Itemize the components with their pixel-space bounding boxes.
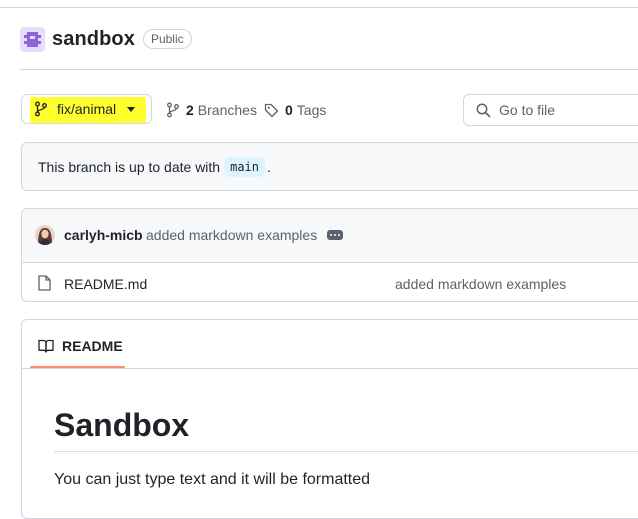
repo-avatar [20, 26, 45, 52]
top-divider [0, 7, 638, 8]
file-icon [38, 275, 51, 291]
base-branch-chip[interactable]: main [224, 156, 266, 177]
ellipsis-icon[interactable] [327, 230, 343, 240]
branch-status-banner: This branch is up to date with main . [21, 142, 638, 191]
branches-link[interactable]: 2 Branches [166, 100, 257, 120]
file-table: carlyh-micb added markdown examples READ… [21, 208, 638, 302]
latest-commit-row: carlyh-micb added markdown examples [22, 209, 638, 263]
commit-author[interactable]: carlyh-micb [64, 227, 143, 243]
avatar[interactable] [35, 225, 55, 245]
heading-divider [54, 451, 638, 452]
chevron-down-icon [127, 107, 135, 112]
tags-label: Tags [296, 102, 327, 118]
branch-name: fix/animal [57, 101, 117, 117]
readme-divider [22, 368, 638, 369]
branch-count: 2 [186, 102, 194, 118]
repo-header: sandbox Public [20, 25, 192, 53]
readme-heading: Sandbox [54, 407, 190, 443]
status-suffix: . [267, 158, 271, 175]
readme-paragraph: You can just type text and it will be fo… [54, 471, 371, 488]
commit-message[interactable]: added markdown examples [146, 227, 317, 243]
tags-link[interactable]: 0 Tags [264, 100, 326, 120]
status-text: This branch is up to date with [38, 158, 221, 175]
file-name[interactable]: README.md [64, 276, 147, 292]
tag-count: 0 [285, 102, 293, 118]
readme-tab-label: README [62, 338, 123, 354]
go-to-file-input[interactable]: Go to file [463, 94, 638, 126]
book-icon [38, 339, 54, 353]
table-row[interactable]: README.md added markdown examples [22, 263, 638, 301]
tag-icon [264, 103, 279, 117]
git-branch-icon [35, 101, 47, 117]
header-divider [20, 69, 638, 70]
go-to-file-placeholder: Go to file [499, 102, 556, 118]
tab-readme[interactable]: README [38, 336, 123, 356]
file-commit-message[interactable]: added markdown examples [395, 276, 566, 292]
branches-label: Branches [197, 102, 257, 118]
visibility-badge: Public [142, 29, 192, 49]
search-icon [476, 103, 491, 117]
repo-name[interactable]: sandbox [52, 28, 135, 51]
branch-selector-button[interactable]: fix/animal [21, 94, 152, 124]
git-branch-icon [167, 102, 179, 118]
readme-panel: README Sandbox You can just type text an… [21, 319, 638, 519]
